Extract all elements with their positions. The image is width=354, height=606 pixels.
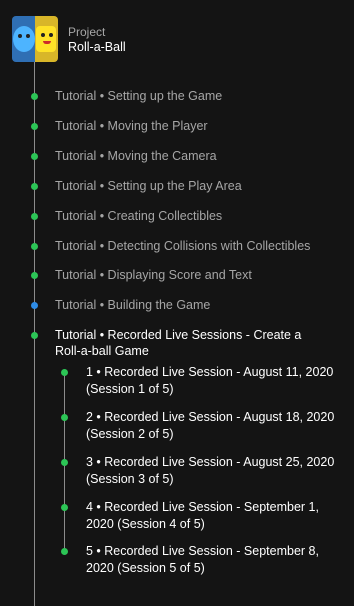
tutorial-item-recorded-live-sessions[interactable]: Tutorial • Recorded Live Sessions - Crea… — [55, 327, 325, 359]
tutorial-item-building-the-game[interactable]: Tutorial • Building the Game — [55, 297, 210, 313]
tutorial-item-detecting-collisions[interactable]: Tutorial • Detecting Collisions with Col… — [55, 238, 310, 254]
complete-status-dot-icon — [31, 213, 38, 220]
tutorial-item-moving-the-camera[interactable]: Tutorial • Moving the Camera — [55, 148, 217, 164]
complete-status-dot-icon — [31, 272, 38, 279]
complete-status-dot-icon — [61, 548, 68, 555]
project-label: Project — [68, 25, 106, 39]
complete-status-dot-icon — [31, 183, 38, 190]
session-item-3[interactable]: 3 • Recorded Live Session - August 25, 2… — [86, 454, 336, 488]
blue-eye-icon — [26, 34, 30, 38]
complete-status-dot-icon — [61, 459, 68, 466]
session-item-1[interactable]: 1 • Recorded Live Session - August 11, 2… — [86, 364, 336, 398]
project-header[interactable]: Project Roll-a-Ball — [12, 16, 342, 62]
session-item-2[interactable]: 2 • Recorded Live Session - August 18, 2… — [86, 409, 336, 443]
yellow-eye-icon — [41, 33, 45, 37]
complete-status-dot-icon — [31, 153, 38, 160]
yellow-cube-character-icon — [36, 26, 56, 52]
project-thumbnail[interactable] — [12, 16, 58, 62]
complete-status-dot-icon — [31, 123, 38, 130]
tutorial-item-moving-the-player[interactable]: Tutorial • Moving the Player — [55, 118, 208, 134]
tutorial-item-setting-up-the-play-area[interactable]: Tutorial • Setting up the Play Area — [55, 178, 242, 194]
tutorial-item-displaying-score-and-text[interactable]: Tutorial • Displaying Score and Text — [55, 267, 252, 283]
project-title[interactable]: Roll-a-Ball — [68, 40, 126, 54]
complete-status-dot-icon — [61, 414, 68, 421]
complete-status-dot-icon — [61, 504, 68, 511]
session-item-4[interactable]: 4 • Recorded Live Session - September 1,… — [86, 499, 336, 533]
blue-ball-character-icon — [13, 26, 35, 52]
complete-status-dot-icon — [61, 369, 68, 376]
complete-status-dot-icon — [31, 332, 38, 339]
tutorial-item-creating-collectibles[interactable]: Tutorial • Creating Collectibles — [55, 208, 222, 224]
complete-status-dot-icon — [31, 93, 38, 100]
blue-eye-icon — [18, 34, 22, 38]
complete-status-dot-icon — [31, 243, 38, 250]
yellow-eye-icon — [49, 33, 53, 37]
current-status-dot-icon — [31, 302, 38, 309]
tutorial-item-setting-up-the-game[interactable]: Tutorial • Setting up the Game — [55, 88, 222, 104]
session-item-5[interactable]: 5 • Recorded Live Session - September 8,… — [86, 543, 336, 577]
